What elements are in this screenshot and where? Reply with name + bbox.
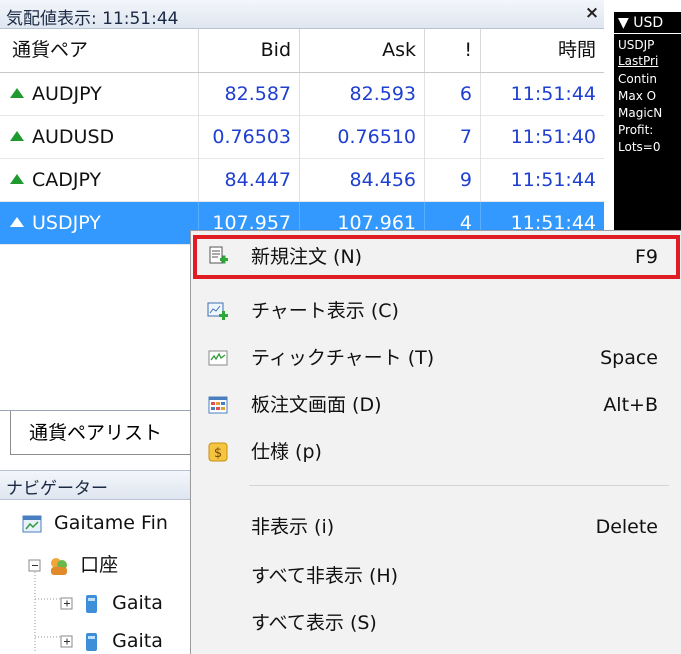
- time-value: 11:51:44: [510, 83, 596, 105]
- menu-item-shortcut: Delete: [595, 516, 658, 538]
- spread-value: 9: [425, 159, 481, 202]
- navigator-root-item[interactable]: Gaitame Fin: [22, 512, 168, 534]
- navigator-account-item[interactable]: Gaita: [60, 630, 163, 653]
- up-arrow-icon: [10, 216, 24, 227]
- tab-symbol-list[interactable]: 通貨ペアリスト: [10, 411, 200, 455]
- specification-icon: $: [208, 442, 228, 462]
- menu-item-shortcut: Alt+B: [603, 394, 658, 416]
- symbol-name: USDJPY: [32, 212, 101, 234]
- expert-line: Max O: [618, 89, 657, 103]
- table-row[interactable]: AUDUSD 0.76503 0.76510 7 11:51:40: [0, 116, 604, 159]
- menu-item-shortcut: Space: [600, 347, 658, 369]
- expert-line: Profit:: [618, 123, 654, 137]
- menu-item-label: 非表示 (i): [251, 516, 335, 538]
- navigator-titlebar[interactable]: ナビゲーター: [0, 470, 200, 500]
- menu-item-hide-all[interactable]: すべて非表示 (H): [193, 554, 680, 598]
- new-order-icon: [209, 246, 228, 264]
- menu-item-label: チャート表示 (C): [251, 300, 399, 322]
- bid-value: 0.76503: [199, 116, 300, 159]
- column-header-symbol[interactable]: 通貨ペア: [0, 29, 199, 72]
- market-watch-title: 気配値表示: 11:51:44: [6, 9, 179, 29]
- expert-line: Lots=0: [618, 140, 661, 154]
- expert-line: MagicN: [618, 106, 663, 120]
- expert-line: USDJP: [618, 38, 655, 52]
- navigator-root-label: Gaitame Fin: [54, 512, 168, 534]
- menu-item-new-order[interactable]: 新規注文 (N) F9: [193, 235, 680, 279]
- menu-item-tick-chart[interactable]: ティックチャート (T) Space: [193, 336, 680, 380]
- navigator-account-label: Gaita: [112, 630, 163, 652]
- column-header-bid[interactable]: Bid: [199, 29, 300, 72]
- terminal-icon: [22, 515, 42, 532]
- symbol-name: AUDUSD: [32, 126, 115, 148]
- menu-item-label: 新規注文 (N): [251, 246, 363, 268]
- menu-item-chart-window[interactable]: チャート表示 (C): [193, 289, 680, 333]
- tick-chart-icon: [208, 350, 228, 366]
- chart-window-icon: [207, 302, 228, 320]
- expert-info-panel: ▼ USD USDJP LastPri Contin Max O MagicN …: [614, 12, 681, 242]
- expert-panel-title: USD: [633, 15, 664, 31]
- menu-item-show-all[interactable]: すべて表示 (S): [193, 601, 680, 645]
- menu-item-hide[interactable]: 非表示 (i) Delete: [193, 505, 680, 549]
- symbol-name: CADJPY: [32, 169, 102, 191]
- table-row[interactable]: AUDJPY 82.587 82.593 6 11:51:44: [0, 73, 604, 116]
- account-icon: [86, 632, 98, 651]
- column-header-time[interactable]: 時間: [481, 29, 604, 72]
- menu-item-label: 板注文画面 (D): [251, 394, 382, 416]
- svg-text:$: $: [214, 446, 222, 461]
- navigator-title: ナビゲーター: [6, 479, 108, 499]
- menu-item-label: ティックチャート (T): [251, 347, 435, 369]
- collapse-icon[interactable]: [28, 559, 42, 573]
- market-watch-header: 通貨ペア Bid Ask ! 時間: [0, 29, 604, 73]
- column-header-ask[interactable]: Ask: [300, 29, 425, 72]
- triangle-down-icon: ▼: [618, 15, 629, 31]
- close-icon[interactable]: ×: [582, 3, 602, 23]
- symbol-name: AUDJPY: [32, 83, 102, 105]
- up-arrow-icon: [10, 87, 24, 98]
- ask-value: 0.76510: [300, 116, 425, 159]
- navigator-account-label: Gaita: [112, 592, 163, 614]
- menu-item-specification[interactable]: $ 仕様 (p): [193, 430, 680, 474]
- menu-item-label: 仕様 (p): [251, 441, 322, 463]
- expert-panel-header[interactable]: ▼ USD: [614, 12, 681, 34]
- menu-item-shortcut: F9: [634, 246, 658, 268]
- menu-item-depth-of-market[interactable]: 板注文画面 (D) Alt+B: [193, 383, 680, 427]
- up-arrow-icon: [10, 173, 24, 184]
- menu-separator: [249, 485, 669, 486]
- expert-line: LastPri: [618, 54, 659, 68]
- market-watch-titlebar[interactable]: 気配値表示: 11:51:44 ×: [0, 0, 604, 29]
- bid-value: 82.587: [199, 73, 300, 116]
- expert-line: Contin: [618, 72, 657, 86]
- table-row[interactable]: CADJPY 84.447 84.456 9 11:51:44: [0, 159, 604, 202]
- bid-value: 84.447: [199, 159, 300, 202]
- spread-value: 7: [425, 116, 481, 159]
- column-header-spread[interactable]: !: [425, 29, 481, 72]
- account-icon: [86, 594, 98, 613]
- context-menu: 新規注文 (N) F9 チャート表示 (C) ティックチャート (T) Spac…: [190, 230, 681, 654]
- spread-value: 6: [425, 73, 481, 116]
- navigator-account-item[interactable]: Gaita: [60, 592, 163, 615]
- time-value: 11:51:44: [510, 169, 596, 191]
- time-value: 11:51:40: [510, 126, 596, 148]
- ask-value: 84.456: [300, 159, 425, 202]
- ask-value: 82.593: [300, 73, 425, 116]
- navigator-accounts-label: 口座: [80, 554, 119, 576]
- up-arrow-icon: [10, 130, 24, 141]
- menu-item-label: すべて表示 (S): [251, 612, 377, 634]
- depth-of-market-icon: [208, 396, 228, 414]
- tree-connector-lines: [34, 572, 60, 653]
- menu-item-label: すべて非表示 (H): [251, 565, 399, 587]
